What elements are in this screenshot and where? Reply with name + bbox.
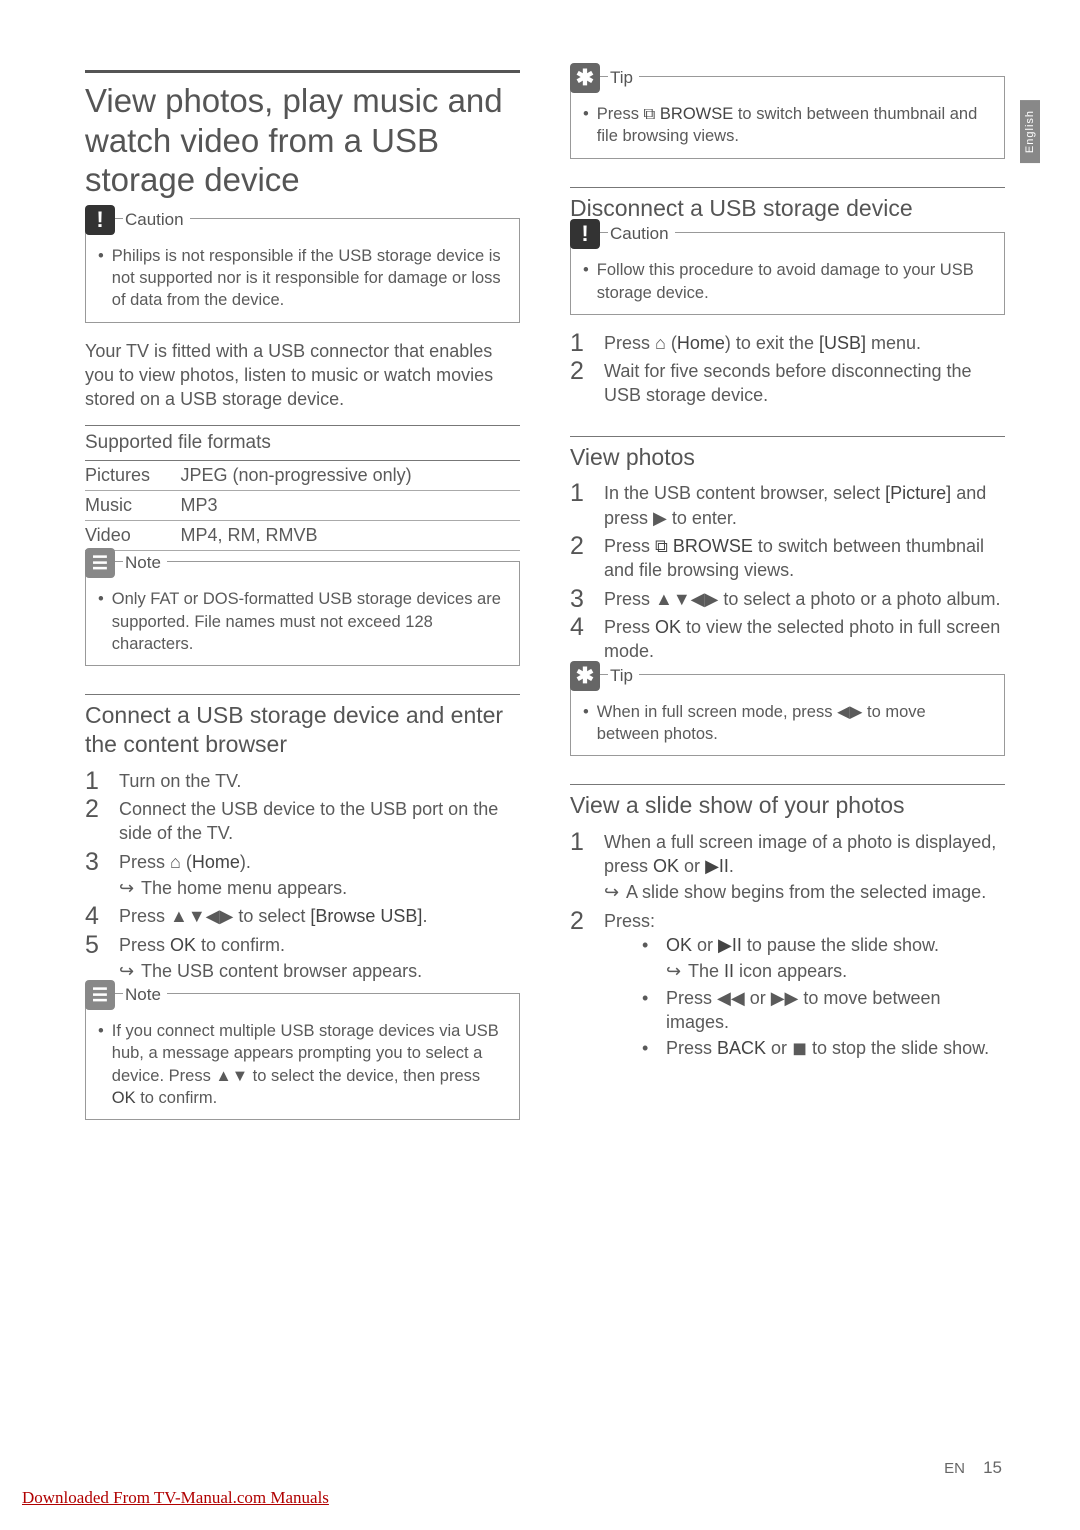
step: When a full screen image of a photo is d…	[570, 830, 1005, 905]
table-cell: MP4, RM, RMVB	[181, 521, 520, 551]
footer-lang: EN	[944, 1460, 965, 1477]
tip-box: ✱ Tip When in full screen mode, press ◀▶…	[570, 674, 1005, 757]
connect-steps: Turn on the TV. Connect the USB device t…	[85, 769, 520, 983]
step-result: The home menu appears.	[119, 876, 520, 900]
caution-icon: !	[570, 219, 600, 249]
table-cell: Video	[85, 521, 181, 551]
table-cell: JPEG (non-progressive only)	[181, 461, 520, 491]
tip-box: ✱ Tip Press ⧉ BROWSE to switch between t…	[570, 76, 1005, 159]
tip-icon: ✱	[570, 63, 600, 93]
page-number: 15	[983, 1458, 1002, 1477]
tip-text: When in full screen mode, press ◀▶ to mo…	[597, 701, 992, 746]
browse-icon: ⧉	[644, 105, 656, 123]
arrow-icons: ▲▼◀▶	[655, 589, 718, 609]
note-icon: ☰	[85, 980, 115, 1010]
caution-title: Caution	[123, 210, 190, 230]
table-cell: MP3	[181, 491, 520, 521]
caution-box: ! Caution Follow this procedure to avoid…	[570, 232, 1005, 315]
arrow-icons: ◀▶	[837, 703, 862, 721]
tip-icon: ✱	[570, 661, 600, 691]
disconnect-steps: Press ⌂ (Home) to exit the [USB] menu. W…	[570, 331, 1005, 408]
subsection-heading: View photos	[570, 436, 1005, 472]
play-pause-icon: ▶II	[718, 935, 742, 955]
section-heading: View photos, play music and watch video …	[85, 70, 520, 200]
step: Turn on the TV.	[85, 769, 520, 793]
step: Connect the USB device to the USB port o…	[85, 797, 520, 846]
home-icon: ⌂	[655, 333, 666, 353]
caution-icon: !	[85, 205, 115, 235]
note-icon: ☰	[85, 548, 115, 578]
slideshow-steps: When a full screen image of a photo is d…	[570, 830, 1005, 1061]
step: Press OK to confirm. The USB content bro…	[85, 933, 520, 984]
bullet-result: The II icon appears.	[666, 959, 1005, 983]
step: Press: OK or ▶II to pause the slide show…	[570, 909, 1005, 1061]
formats-table: Supported file formats PicturesJPEG (non…	[85, 425, 520, 551]
step: Wait for five seconds before disconnecti…	[570, 359, 1005, 408]
arrow-icons: ▲▼	[215, 1067, 248, 1085]
caution-box: ! Caution Philips is not responsible if …	[85, 218, 520, 323]
caution-title: Caution	[608, 224, 675, 244]
tip-text: Press ⧉ BROWSE to switch between thumbna…	[597, 103, 992, 148]
note-title: Note	[123, 553, 167, 573]
note-box: ☰ Note If you connect multiple USB stora…	[85, 993, 520, 1120]
bullet: Press ◀◀ or ▶▶ to move between images.	[642, 986, 1005, 1035]
step: Press ⌂ (Home) to exit the [USB] menu.	[570, 331, 1005, 355]
table-cell: Pictures	[85, 461, 181, 491]
play-pause-icon: ▶II	[705, 856, 729, 876]
step: Press ▲▼◀▶ to select [Browse USB].	[85, 904, 520, 928]
step: Press ⧉ BROWSE to switch between thumbna…	[570, 534, 1005, 583]
note-text: Only FAT or DOS-formatted USB storage de…	[112, 588, 507, 655]
step: In the USB content browser, select [Pict…	[570, 481, 1005, 530]
note-title: Note	[123, 985, 167, 1005]
bullet: OK or ▶II to pause the slide show. The I…	[642, 933, 1005, 984]
note-text: If you connect multiple USB storage devi…	[112, 1020, 507, 1109]
step: Press OK to view the selected photo in f…	[570, 615, 1005, 664]
table-cell: Music	[85, 491, 181, 521]
bullet: Press BACK or ◼ to stop the slide show.	[642, 1036, 1005, 1060]
subsection-heading: View a slide show of your photos	[570, 784, 1005, 820]
home-icon: ⌂	[170, 852, 181, 872]
browse-icon: ⧉	[655, 536, 668, 556]
pause-icon: II	[724, 961, 734, 981]
tip-title: Tip	[608, 68, 639, 88]
view-photos-steps: In the USB content browser, select [Pict…	[570, 481, 1005, 663]
caution-text: Philips is not responsible if the USB st…	[112, 245, 507, 312]
tip-title: Tip	[608, 666, 639, 686]
download-link[interactable]: Downloaded From TV-Manual.com Manuals	[22, 1488, 329, 1508]
play-icon: ▶	[653, 508, 667, 528]
right-column: ✱ Tip Press ⧉ BROWSE to switch between t…	[570, 70, 1005, 1136]
step: Press ⌂ (Home). The home menu appears.	[85, 850, 520, 901]
stop-icon: ◼	[792, 1038, 807, 1058]
language-tab: English	[1020, 100, 1040, 163]
step-result: A slide show begins from the selected im…	[604, 880, 1005, 904]
table-header: Supported file formats	[85, 426, 520, 461]
step: Press ▲▼◀▶ to select a photo or a photo …	[570, 587, 1005, 611]
page-footer: EN 15	[944, 1458, 1002, 1478]
step-result: The USB content browser appears.	[119, 959, 520, 983]
left-column: View photos, play music and watch video …	[85, 70, 520, 1136]
note-box: ☰ Note Only FAT or DOS-formatted USB sto…	[85, 561, 520, 666]
fast-forward-icon: ▶▶	[771, 988, 799, 1008]
subsection-heading: Connect a USB storage device and enter t…	[85, 694, 520, 759]
caution-text: Follow this procedure to avoid damage to…	[597, 259, 992, 304]
intro-text: Your TV is fitted with a USB connector t…	[85, 339, 520, 412]
rewind-icon: ◀◀	[717, 988, 745, 1008]
arrow-icons: ▲▼◀▶	[170, 906, 233, 926]
subsection-heading: Disconnect a USB storage device	[570, 187, 1005, 223]
